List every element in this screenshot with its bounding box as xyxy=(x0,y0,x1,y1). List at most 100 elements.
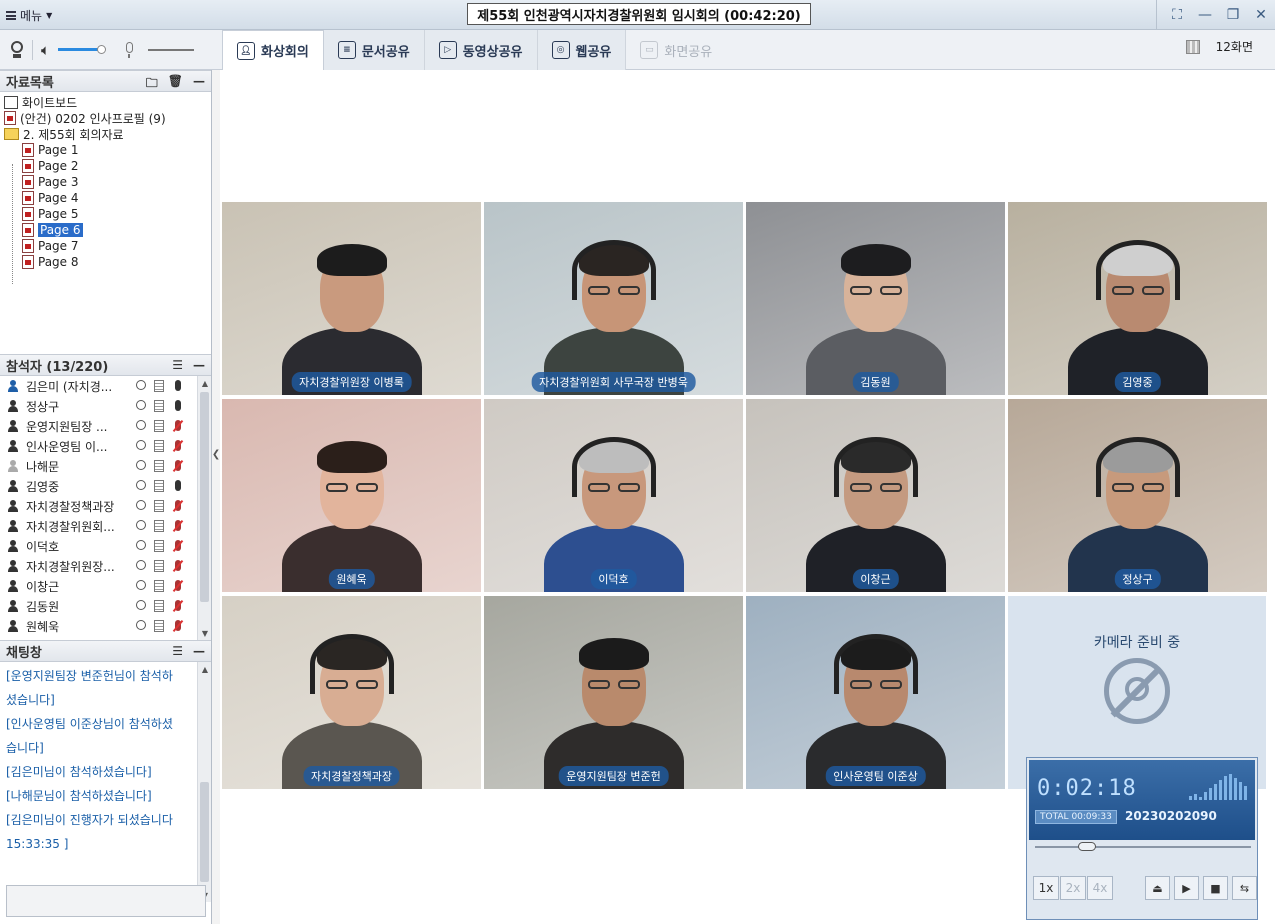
participant-row[interactable]: 나해문 xyxy=(0,456,211,476)
document-permission-icon[interactable] xyxy=(154,500,164,512)
participant-row[interactable]: 이덕호 xyxy=(0,536,211,556)
document-permission-icon[interactable] xyxy=(154,420,164,432)
participant-row[interactable]: 김영중 xyxy=(0,476,211,496)
document-permission-icon[interactable] xyxy=(154,620,164,632)
minimize-icon[interactable]: — xyxy=(1191,0,1219,30)
panel-collapse-chevron-icon[interactable]: ❮ xyxy=(212,440,220,468)
mic-muted-icon[interactable] xyxy=(172,600,184,612)
document-permission-icon[interactable] xyxy=(154,380,164,392)
video-tile[interactable]: 자치경찰위원장 이병록 xyxy=(222,202,481,395)
tab-globe[interactable]: ◎ 웹공유 xyxy=(537,30,627,70)
mic-muted-icon[interactable] xyxy=(172,620,184,632)
doc-page-item[interactable]: Page 6 xyxy=(4,222,211,238)
video-tile[interactable]: 자치경찰정책과장 xyxy=(222,596,481,789)
list-menu-icon[interactable]: ☰ xyxy=(172,358,183,372)
video-tile[interactable]: 이덕호 xyxy=(484,399,743,592)
mic-muted-icon[interactable] xyxy=(172,520,184,532)
tab-person[interactable]: 👤︎ 화상회의 xyxy=(222,30,324,71)
document-permission-icon[interactable] xyxy=(154,400,164,412)
participant-row[interactable]: 인사운영팀 이... xyxy=(0,436,211,456)
speed-button[interactable]: 4x xyxy=(1087,876,1113,900)
seek-bar[interactable] xyxy=(1035,842,1251,851)
participant-row[interactable]: 원혜욱 xyxy=(0,616,211,636)
doc-item[interactable]: (안건) 0202 인사프로필 (9) xyxy=(4,110,211,126)
play-icon[interactable]: ▶ xyxy=(1174,876,1199,900)
video-tile[interactable]: 자치경찰위원회 사무국장 반병욱 xyxy=(484,202,743,395)
mic-on-icon[interactable] xyxy=(175,380,181,391)
collapse-icon[interactable]: — xyxy=(193,358,205,372)
eject-icon[interactable]: ⏏ xyxy=(1145,876,1170,900)
participant-row[interactable]: 자치경찰위원장... xyxy=(0,556,211,576)
camera-status-icon[interactable] xyxy=(136,620,146,630)
mic-on-icon[interactable] xyxy=(175,400,181,411)
mic-muted-icon[interactable] xyxy=(172,440,184,452)
tab-play[interactable]: ▷ 동영상공유 xyxy=(424,30,538,70)
camera-status-icon[interactable] xyxy=(136,440,146,450)
mic-volume-slider[interactable] xyxy=(148,43,195,57)
document-permission-icon[interactable] xyxy=(154,560,164,572)
camera-status-icon[interactable] xyxy=(136,520,146,530)
camera-status-icon[interactable] xyxy=(136,420,146,430)
video-tile[interactable]: 김동원 xyxy=(746,202,1005,395)
participant-row[interactable]: 자치경찰위원회... xyxy=(0,516,211,536)
participant-scrollbar[interactable]: ▲ ▼ xyxy=(197,376,211,640)
document-permission-icon[interactable] xyxy=(154,540,164,552)
speed-button[interactable]: 1x xyxy=(1033,876,1059,900)
seek-handle[interactable] xyxy=(1077,842,1096,851)
chat-input[interactable] xyxy=(6,885,206,917)
participant-row[interactable]: 김동원 xyxy=(0,596,211,616)
mic-muted-icon[interactable] xyxy=(172,540,184,552)
speaker-volume-slider[interactable] xyxy=(58,43,106,57)
tab-document[interactable]: ≡ 문서공유 xyxy=(323,30,425,70)
doc-page-item[interactable]: Page 1 xyxy=(4,142,211,158)
collapse-icon[interactable]: — xyxy=(193,644,205,658)
close-icon[interactable]: ✕ xyxy=(1247,0,1275,30)
mic-muted-icon[interactable] xyxy=(172,500,184,512)
video-tile[interactable]: 김영중 xyxy=(1008,202,1267,395)
camera-status-icon[interactable] xyxy=(136,460,146,470)
document-permission-icon[interactable] xyxy=(154,520,164,532)
restore-icon[interactable]: ❐ xyxy=(1219,0,1247,30)
participant-row[interactable]: 운영지원팀장 ... xyxy=(0,416,211,436)
mic-muted-icon[interactable] xyxy=(172,560,184,572)
participant-row[interactable]: 이창근 xyxy=(0,576,211,596)
screen-layout-selector[interactable]: 12화면 xyxy=(1185,38,1253,55)
document-permission-icon[interactable] xyxy=(154,460,164,472)
video-tile[interactable]: 이창근 xyxy=(746,399,1005,592)
video-tile[interactable]: 운영지원팀장 변준헌 xyxy=(484,596,743,789)
camera-status-icon[interactable] xyxy=(136,480,146,490)
mic-muted-icon[interactable] xyxy=(172,420,184,432)
speed-button[interactable]: 2x xyxy=(1060,876,1086,900)
participant-row[interactable]: 정상구 xyxy=(0,396,211,416)
doc-item[interactable]: 2. 제55회 회의자료 xyxy=(4,126,211,142)
doc-page-item[interactable]: Page 8 xyxy=(4,254,211,270)
list-menu-icon[interactable]: ☰ xyxy=(172,644,183,658)
doc-page-item[interactable]: Page 5 xyxy=(4,206,211,222)
mic-muted-icon[interactable] xyxy=(172,460,184,472)
doc-page-item[interactable]: Page 4 xyxy=(4,190,211,206)
doc-page-item[interactable]: Page 3 xyxy=(4,174,211,190)
document-permission-icon[interactable] xyxy=(154,480,164,492)
mic-muted-icon[interactable] xyxy=(172,580,184,592)
camera-status-icon[interactable] xyxy=(136,560,146,570)
speaker-icon[interactable]: 🔈︎ xyxy=(41,41,50,59)
document-permission-icon[interactable] xyxy=(154,580,164,592)
video-tile[interactable]: 원혜욱 xyxy=(222,399,481,592)
participant-row[interactable]: 자치경찰정책과장 xyxy=(0,496,211,516)
participant-row[interactable]: 김은미 (자치경... xyxy=(0,376,211,396)
webcam-icon[interactable] xyxy=(10,41,24,59)
video-tile[interactable]: 인사운영팀 이준상 xyxy=(746,596,1005,789)
menu-button[interactable]: 메뉴 ▼ xyxy=(6,6,52,24)
mic-on-icon[interactable] xyxy=(175,480,181,491)
camera-status-icon[interactable] xyxy=(136,500,146,510)
doc-item[interactable]: 화이트보드 xyxy=(4,94,211,110)
doc-page-item[interactable]: Page 2 xyxy=(4,158,211,174)
camera-status-icon[interactable] xyxy=(136,600,146,610)
stop-icon[interactable]: ■ xyxy=(1203,876,1228,900)
document-permission-icon[interactable] xyxy=(154,440,164,452)
camera-status-icon[interactable] xyxy=(136,540,146,550)
exit-icon[interactable]: ⇆ xyxy=(1232,876,1257,900)
doc-page-item[interactable]: Page 7 xyxy=(4,238,211,254)
fullscreen-icon[interactable]: ⛶ xyxy=(1163,0,1191,30)
document-permission-icon[interactable] xyxy=(154,600,164,612)
